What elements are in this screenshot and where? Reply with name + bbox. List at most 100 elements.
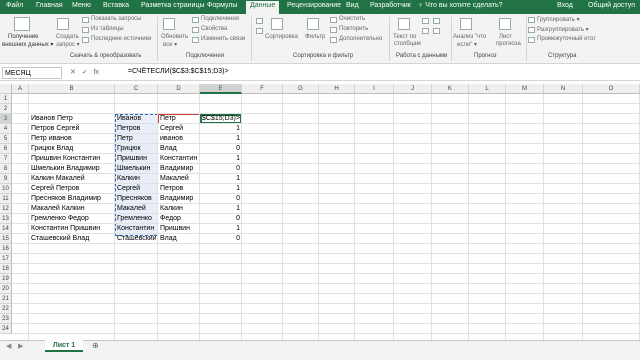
login-link[interactable]: Вход xyxy=(557,2,573,9)
column-header-f[interactable]: F xyxy=(242,84,283,94)
insert-function-icon[interactable]: fx xyxy=(93,69,98,76)
cell-c3[interactable]: Иванов xyxy=(117,114,156,124)
cell-b10[interactable]: Сергей Петров xyxy=(31,184,113,194)
sort-button[interactable]: Сортировка xyxy=(265,34,298,40)
row-header-1[interactable]: 1 xyxy=(0,94,12,104)
cell-e15[interactable]: 0 xyxy=(202,234,240,244)
row-header-24[interactable]: 24 xyxy=(0,324,12,334)
tab-review[interactable]: Рецензирование xyxy=(287,2,341,9)
cell-b4[interactable]: Петров Сергей xyxy=(31,124,113,134)
cell-b8[interactable]: Шмелькин Владимир xyxy=(31,164,113,174)
select-all-corner[interactable] xyxy=(0,84,12,94)
group-button[interactable]: Группировать ▾ xyxy=(537,16,580,23)
cell-c4[interactable]: Петров xyxy=(117,124,156,134)
cell-c8[interactable]: Шмелькин xyxy=(117,164,156,174)
tab-formulas[interactable]: Формулы xyxy=(207,2,237,9)
tab-home[interactable]: Главная xyxy=(36,2,63,9)
column-header-n[interactable]: N xyxy=(544,84,583,94)
cell-e7[interactable]: 1 xyxy=(202,154,240,164)
row-header-2[interactable]: 2 xyxy=(0,104,12,114)
row-header-22[interactable]: 22 xyxy=(0,304,12,314)
column-header-b[interactable]: B xyxy=(29,84,115,94)
row-header-16[interactable]: 16 xyxy=(0,244,12,254)
next-sheet-icon[interactable]: ▶ xyxy=(18,342,23,350)
column-header-k[interactable]: K xyxy=(432,84,469,94)
row-header-5[interactable]: 5 xyxy=(0,134,12,144)
ungroup-button[interactable]: Разгруппировать ▾ xyxy=(537,26,589,33)
cell-d3[interactable]: Петр xyxy=(160,114,198,124)
row-header-9[interactable]: 9 xyxy=(0,174,12,184)
cell-d4[interactable]: Сергей xyxy=(160,124,198,134)
cell-b9[interactable]: Калкин Макалей xyxy=(31,174,113,184)
row-header-4[interactable]: 4 xyxy=(0,124,12,134)
cell-c10[interactable]: Сергей xyxy=(117,184,156,194)
row-header-18[interactable]: 18 xyxy=(0,264,12,274)
cell-b13[interactable]: Гремленко Федор xyxy=(31,214,113,224)
cell-e3[interactable]: $C$15;D3)> xyxy=(202,114,240,124)
row-header-15[interactable]: 15 xyxy=(0,234,12,244)
cell-b5[interactable]: Петр иванов xyxy=(31,134,113,144)
cell-d6[interactable]: Влад xyxy=(160,144,198,154)
cancel-icon[interactable]: ✕ xyxy=(70,69,76,76)
cell-e8[interactable]: 0 xyxy=(202,164,240,174)
row-header-21[interactable]: 21 xyxy=(0,294,12,304)
name-box[interactable]: МЕСЯЦ xyxy=(2,67,62,79)
cell-b11[interactable]: Пресняков Владимир xyxy=(31,194,113,204)
worksheet-grid[interactable]: A B C D E F G H I J K L M N O 1 2 3 4 5 6 7 8 9 10 11 12 13 14 15 16 17… xyxy=(0,84,640,340)
tab-insert[interactable]: Вставка xyxy=(103,2,129,9)
tab-page-layout[interactable]: Разметка страницы xyxy=(141,2,205,9)
get-external-data-button[interactable]: Получение xyxy=(8,34,38,40)
column-header-i[interactable]: I xyxy=(355,84,394,94)
cell-d11[interactable]: Владимир xyxy=(160,194,198,204)
add-sheet-icon[interactable]: ⊕ xyxy=(92,341,99,350)
cell-e5[interactable]: 1 xyxy=(202,134,240,144)
row-header-14[interactable]: 14 xyxy=(0,224,12,234)
cell-d8[interactable]: Владимир xyxy=(160,164,198,174)
cell-c12[interactable]: Макалей xyxy=(117,204,156,214)
column-header-c[interactable]: C xyxy=(115,84,158,94)
column-header-e[interactable]: E xyxy=(200,84,242,94)
row-header-3[interactable]: 3 xyxy=(0,114,12,124)
cell-e9[interactable]: 1 xyxy=(202,174,240,184)
cell-e12[interactable]: 1 xyxy=(202,204,240,214)
reapply-button[interactable]: Повторить xyxy=(339,26,368,32)
cell-d5[interactable]: иванов xyxy=(160,134,198,144)
column-header-j[interactable]: J xyxy=(394,84,432,94)
clear-button[interactable]: Очистить xyxy=(339,16,365,22)
cell-e13[interactable]: 0 xyxy=(202,214,240,224)
cell-e11[interactable]: 0 xyxy=(202,194,240,204)
prev-sheet-icon[interactable]: ◀ xyxy=(6,342,11,350)
share-button[interactable]: Общий доступ xyxy=(588,2,635,9)
column-header-m[interactable]: M xyxy=(506,84,544,94)
advanced-button[interactable]: Дополнительно xyxy=(339,36,382,42)
sheet-tab-1[interactable]: Лист 1 xyxy=(45,340,83,352)
text-to-columns-button[interactable]: Текст по xyxy=(393,34,416,40)
column-header-a[interactable]: A xyxy=(12,84,29,94)
cell-d9[interactable]: Макалей xyxy=(160,174,198,184)
cell-e10[interactable]: 1 xyxy=(202,184,240,194)
row-header-8[interactable]: 8 xyxy=(0,164,12,174)
row-header-6[interactable]: 6 xyxy=(0,144,12,154)
cell-d13[interactable]: Федор xyxy=(160,214,198,224)
tab-view[interactable]: Вид xyxy=(346,2,359,9)
edit-links-button[interactable]: Изменить связи xyxy=(201,36,245,42)
cell-b14[interactable]: Константин Пришвин xyxy=(31,224,113,234)
cell-b7[interactable]: Пришвин Константин xyxy=(31,154,113,164)
tab-file[interactable]: Файл xyxy=(6,2,23,9)
cell-b12[interactable]: Макалей Калкин xyxy=(31,204,113,214)
cell-c11[interactable]: Пресняков xyxy=(117,194,156,204)
row-header-23[interactable]: 23 xyxy=(0,314,12,324)
cell-c6[interactable]: Грицюк xyxy=(117,144,156,154)
what-if-button[interactable]: Анализ "что xyxy=(453,34,486,40)
refresh-all-button[interactable]: Обновить xyxy=(161,34,188,40)
column-header-l[interactable]: L xyxy=(469,84,506,94)
column-header-h[interactable]: H xyxy=(319,84,355,94)
formula-input[interactable]: =СЧЁТЕСЛИ($C$3:$C$15;D3)> xyxy=(128,68,229,75)
cell-c5[interactable]: Петр xyxy=(117,134,156,144)
cell-b3[interactable]: Иванов Петр xyxy=(31,114,113,124)
column-header-o[interactable]: O xyxy=(583,84,640,94)
row-header-7[interactable]: 7 xyxy=(0,154,12,164)
show-queries-button[interactable]: Показать запросы xyxy=(91,16,142,22)
filter-button[interactable]: Фильтр xyxy=(305,34,325,40)
row-header-19[interactable]: 19 xyxy=(0,274,12,284)
